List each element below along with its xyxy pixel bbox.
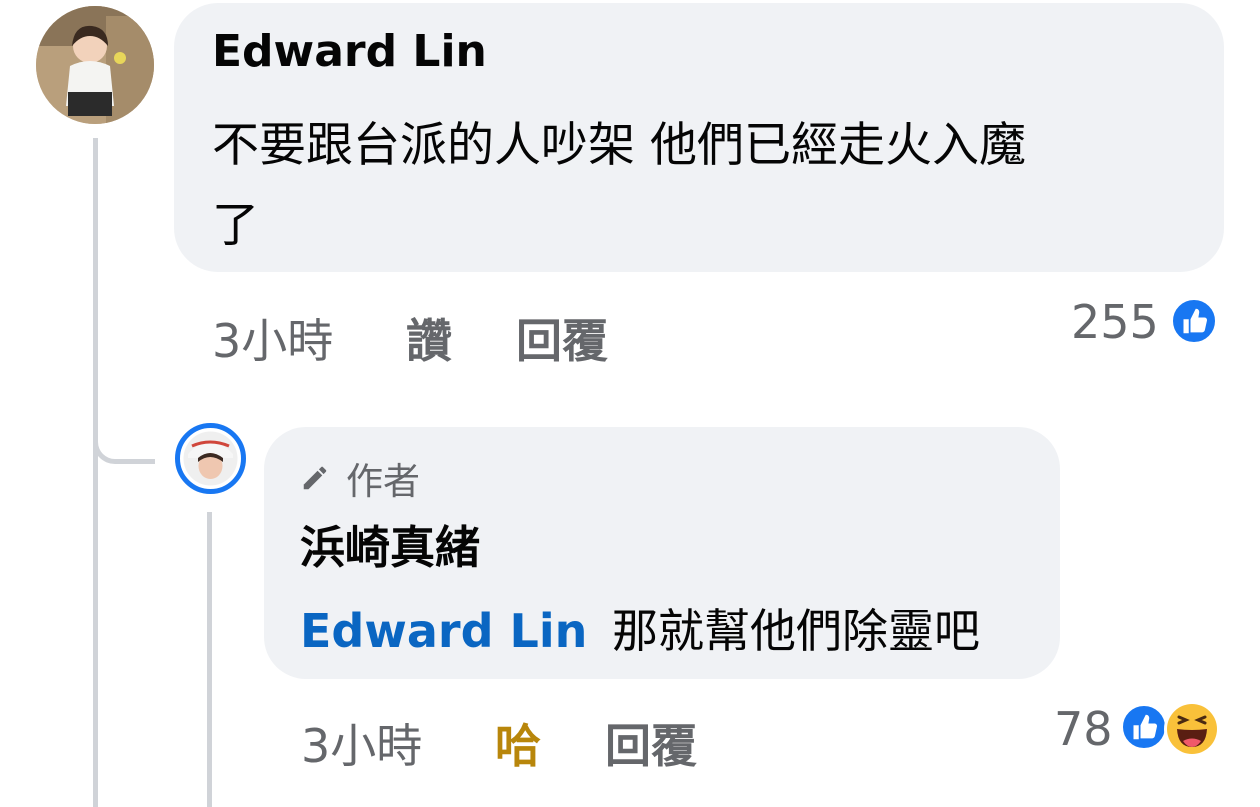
reply-message: 那就幫他們除靈吧 <box>611 604 980 658</box>
reply-reaction-count[interactable]: 78 <box>1054 702 1113 756</box>
like-icon <box>1120 703 1168 751</box>
reply-author-name[interactable]: 浜崎真緒 <box>300 511 480 576</box>
reply-reply-button[interactable]: 回覆 <box>605 710 697 776</box>
reply-actions: 3小時 哈 回覆 <box>301 710 721 773</box>
author-badge-label: 作者 <box>346 460 420 503</box>
avatar-edward-lin[interactable] <box>36 6 154 124</box>
thread-line-main <box>93 138 98 807</box>
comment-text-line2: 了 <box>212 198 259 253</box>
comment-reaction-count[interactable]: 255 <box>1071 295 1159 349</box>
like-icon <box>1170 297 1218 345</box>
comment-actions: 3小時 讚 回覆 <box>212 305 632 368</box>
comment-reply-button[interactable]: 回覆 <box>516 305 608 371</box>
haha-icon <box>1164 701 1220 757</box>
pencil-icon <box>300 459 330 490</box>
reply-text: Edward Lin 那就幫他們除靈吧 <box>300 595 980 661</box>
reply-haha-button[interactable]: 哈 <box>495 710 541 776</box>
thread-line-reply <box>207 512 212 807</box>
reply-bubble: 作者 浜崎真緒 Edward Lin 那就幫他們除靈吧 <box>264 427 1060 679</box>
reply-timestamp[interactable]: 3小時 <box>301 710 422 776</box>
comment-author-name[interactable]: Edward Lin <box>212 26 487 77</box>
thread-connector <box>93 400 155 464</box>
comment-like-button[interactable]: 讚 <box>406 305 452 371</box>
comment-timestamp[interactable]: 3小時 <box>212 305 333 371</box>
comment-bubble: Edward Lin 不要跟台派的人吵架 他們已經走火入魔 了 <box>174 3 1224 272</box>
mention-link[interactable]: Edward Lin <box>300 604 587 658</box>
avatar-author[interactable] <box>175 423 246 494</box>
comment-text-line1: 不要跟台派的人吵架 他們已經走火入魔 <box>212 118 1026 173</box>
